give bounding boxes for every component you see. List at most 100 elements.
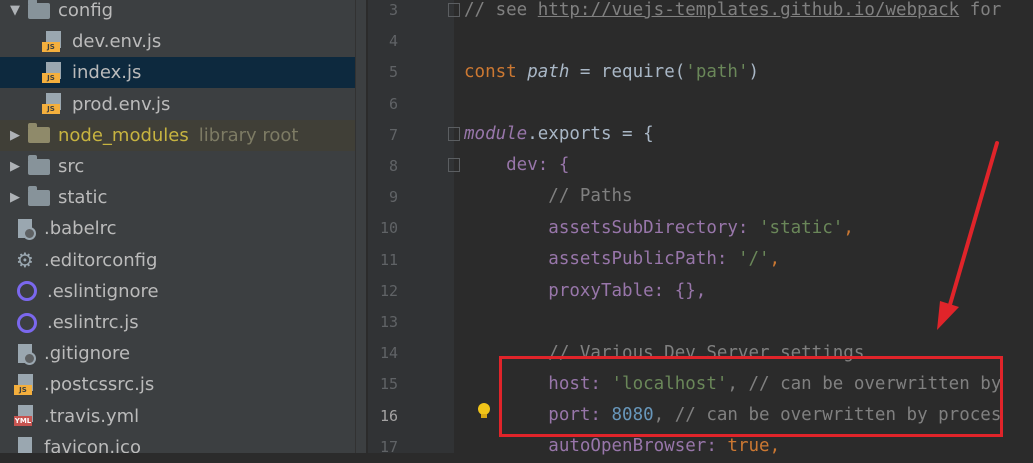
line-number: 7 [388,125,398,144]
punct: , [843,218,854,238]
tree-item-label: .travis.yml [44,405,140,427]
line-number: 4 [388,32,398,51]
keyword: true [727,436,770,456]
tree-item[interactable]: ▶ static [0,182,355,213]
line-number: 17 [379,437,398,456]
file-type-tag: YML [14,416,32,427]
folder-icon [28,154,50,175]
chevron-down-icon[interactable]: ▼ [8,3,22,18]
annotation-arrow-icon [937,141,999,330]
file-badge-icon [23,351,36,365]
file-type-tag: JS [42,72,60,83]
tree-item-label: prod.env.js [72,93,171,115]
tree-item[interactable]: JS index.js [0,57,355,89]
variable: path [527,62,570,82]
js-file-icon: JS [42,30,64,53]
tree-item[interactable]: ⚙ .editorconfig [0,245,355,276]
string: '/' [737,249,770,269]
code-line-8: dev: { [464,150,569,181]
chevron-right-icon[interactable]: ▶ [8,159,22,174]
tree-item-label: .gitignore [44,343,131,365]
tree-item[interactable]: JS prod.env.js [0,89,355,120]
tree-item-label: node_modules [58,124,189,146]
code-line-11: assetsPublicPath: '/', [464,244,780,275]
code-text: .exports = { [527,124,654,144]
line-number: 8 [388,157,398,175]
folder-icon [28,123,50,144]
tree-item-label: .postcssrc.js [44,374,155,396]
comment-link[interactable]: http://vuejs-templates.github.io/webpack [538,0,959,20]
line-number: 11 [379,250,398,269]
line-number: 5 [388,63,398,82]
file-icon [14,436,36,453]
line-number: 9 [388,188,398,207]
line-number: 13 [379,313,398,331]
string: 'path' [685,62,749,82]
line-number: 15 [379,375,398,394]
line-number: 3 [388,1,398,19]
code-line-9: // Paths [464,181,633,212]
tree-item[interactable]: YML .travis.yml [0,401,355,432]
chevron-right-icon[interactable]: ▶ [8,190,22,205]
js-file-icon: JS [42,93,64,115]
tree-item-label: index.js [72,62,142,84]
tree-item[interactable]: .eslintignore [0,276,355,307]
fold-marker-icon[interactable] [448,127,460,141]
folder-icon [28,185,50,206]
panel-splitter[interactable] [355,0,367,453]
tree-item[interactable]: ▶ src [0,151,355,182]
js-file-icon: JS [14,373,36,396]
folder-icon [28,0,50,19]
lightbulb-icon[interactable] [475,402,493,420]
eslint-icon [17,281,37,302]
code-line-10: assetsSubDirectory: 'static', [464,213,854,244]
chevron-right-icon[interactable]: ▶ [8,128,22,143]
property: assetsSubDirectory: [464,218,760,238]
file-type-tag: JS [14,384,32,395]
tree-item-annotation: library root [198,124,299,146]
module-keyword: module [464,124,528,144]
tree-item[interactable]: .gitignore [0,338,355,369]
project-tree: ▼ config JS dev.env.js JS index.js JS prod.env.… [0,0,355,453]
tree-item[interactable]: ▶ node_modules library root [0,119,355,151]
tree-item[interactable]: .eslintrc.js [0,307,355,338]
file-type-tag: JS [42,104,60,115]
string: 'static' [759,218,844,238]
yml-file-icon: YML [14,405,36,427]
tree-item-label: config [58,0,114,21]
config-file-icon [14,218,36,240]
keyword: const [464,62,528,82]
tree-item[interactable]: JS .postcssrc.js [0,369,355,400]
tree-item-label: .editorconfig [44,249,158,271]
line-number: 16 [379,406,398,425]
comment: // Paths [464,186,633,206]
line-number: 14 [379,344,398,363]
tree-item-label: static [58,187,108,209]
fold-marker-icon[interactable] [448,158,460,172]
tree-item[interactable]: .babelrc [0,213,355,244]
property: assetsPublicPath: [464,249,738,269]
tree-item[interactable]: ▼ config [0,0,355,26]
punct: , [769,436,781,456]
property: autoOpenBrowser: [464,436,728,456]
tree-item[interactable]: JS dev.env.js [0,26,355,57]
code-line-5: const path = require('path') [464,57,759,88]
code-text: = require( [569,62,686,82]
property: dev: { [464,155,570,175]
line-number: 6 [388,94,398,113]
tree-item-label: dev.env.js [72,31,162,53]
code-line-7: module.exports = { [464,119,654,150]
tree-item-label: .eslintrc.js [47,312,139,333]
comment: // see [464,0,538,20]
tree-item[interactable]: favicon.ico [0,432,355,453]
file-type-tag: JS [42,41,60,52]
code-text: ) [748,62,760,82]
comment: for [959,0,1002,20]
ignore-file-icon [14,343,36,365]
js-file-icon: JS [42,61,64,84]
property: proxyTable: {}, [464,281,707,301]
eslint-icon [17,312,37,333]
fold-marker-icon[interactable] [448,3,460,17]
file-badge-icon [23,226,36,240]
line-number: 12 [379,281,398,300]
